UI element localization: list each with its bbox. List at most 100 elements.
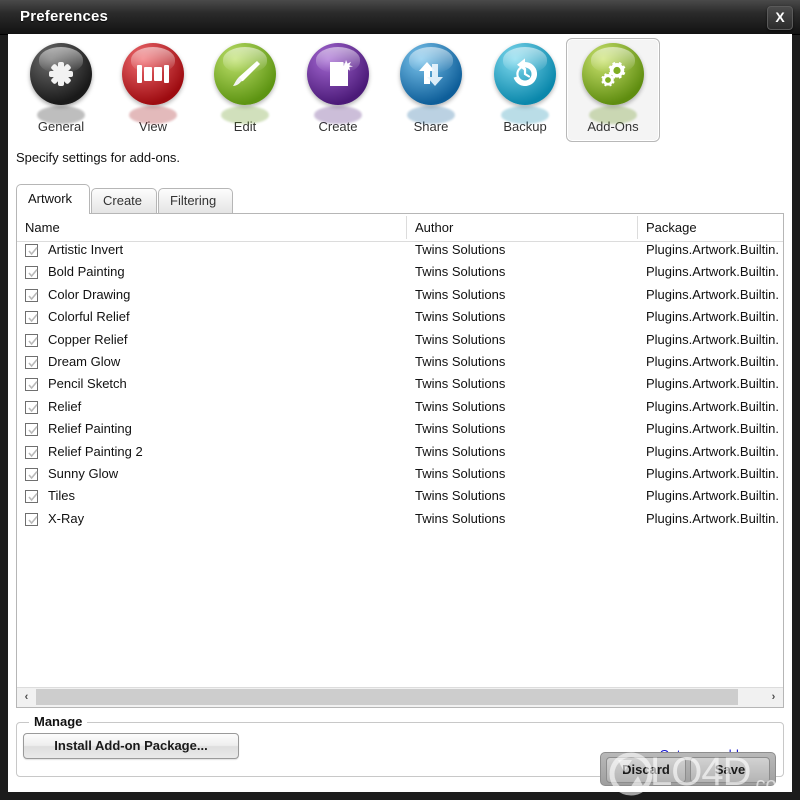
row-package: Plugins.Artwork.Builtin.	[646, 242, 779, 257]
row-checkbox[interactable]	[25, 333, 38, 347]
row-checkbox[interactable]	[25, 288, 38, 302]
table-row[interactable]: Relief Painting 2 Twins Solutions Plugins.…	[17, 443, 783, 465]
row-author: Twins Solutions	[415, 353, 506, 369]
column-divider[interactable]	[637, 216, 638, 239]
row-package: Plugins.Artwork.Builtin.	[646, 331, 779, 347]
row-author: Twins Solutions	[415, 331, 506, 347]
install-addon-package-button[interactable]: Install Add-on Package...	[23, 733, 239, 759]
row-author: Twins Solutions	[415, 286, 506, 302]
row-package: Plugins.Artwork.Builtin.	[646, 443, 779, 459]
row-checkbox[interactable]	[25, 423, 38, 437]
table-row[interactable]: Bold Painting Twins Solutions Plugins.Artw…	[17, 263, 783, 285]
row-name: Tiles	[48, 488, 75, 504]
row-name: Dream Glow	[48, 353, 121, 369]
row-checkbox[interactable]	[25, 311, 38, 325]
row-name: Pencil Sketch	[48, 376, 127, 392]
row-author: Twins Solutions	[415, 309, 506, 325]
table-row[interactable]: Copper Relief Twins Solutions Plugins.Artw…	[17, 331, 783, 353]
toolbar: General View Edit Create Share Backup Ad…	[8, 34, 792, 146]
toolbar-item-add-ons[interactable]: Add-Ons	[566, 38, 660, 142]
row-package: Plugins.Artwork.Builtin.	[646, 510, 779, 526]
title-bar: Preferences X	[0, 0, 800, 35]
row-checkbox[interactable]	[25, 512, 38, 526]
table-row[interactable]: Relief Painting Twins Solutions Plugins.Ar…	[17, 420, 783, 442]
row-name: X-Ray	[48, 510, 85, 526]
row-checkbox[interactable]	[25, 490, 38, 504]
tab-filtering[interactable]: Filtering	[158, 188, 233, 214]
row-checkbox[interactable]	[25, 445, 38, 459]
client-area: General View Edit Create Share Backup Ad…	[8, 34, 792, 792]
row-checkbox[interactable]	[25, 378, 38, 392]
newdoc-orb-icon	[307, 43, 369, 124]
row-package: Plugins.Artwork.Builtin.	[646, 264, 779, 280]
row-name: Relief Painting 2	[48, 443, 143, 459]
addons-list: Name Author Package Artistic Invert Twins…	[16, 213, 784, 708]
toolbar-item-create[interactable]: Create	[291, 38, 385, 142]
table-row[interactable]: Colorful Relief Twins Solutions Plugins.Ar…	[17, 308, 783, 330]
table-row[interactable]: Pencil Sketch Twins Solutions Plugins.Artw…	[17, 375, 783, 397]
manage-group-title: Manage	[29, 714, 88, 729]
tab-create[interactable]: Create	[91, 188, 157, 214]
row-package: Plugins.Artwork.Builtin.	[646, 488, 779, 504]
row-name: Colorful Relief	[48, 309, 130, 325]
row-package: Plugins.Artwork.Builtin.	[646, 309, 779, 325]
scroll-right-icon[interactable]: ›	[764, 688, 783, 706]
scrollbar-thumb[interactable]	[36, 689, 738, 705]
row-name: Copper Relief	[48, 331, 128, 347]
filmstrip-orb-icon	[122, 43, 184, 124]
row-name: Artistic Invert	[48, 242, 124, 257]
table-row[interactable]: Sunny Glow Twins Solutions Plugins.Artwork…	[17, 465, 783, 487]
table-row[interactable]: Tiles Twins Solutions Plugins.Artwork.Buil…	[17, 487, 783, 509]
column-divider[interactable]	[406, 216, 407, 239]
preferences-window: Preferences X General View Edit Create S…	[0, 0, 800, 800]
row-checkbox[interactable]	[25, 244, 38, 257]
row-package: Plugins.Artwork.Builtin.	[646, 465, 779, 481]
dialog-button-bar: Discard Save	[600, 752, 776, 786]
row-checkbox[interactable]	[25, 355, 38, 369]
asterisk-orb-icon	[30, 43, 92, 124]
column-header-package[interactable]: Package	[646, 220, 697, 235]
gears-orb-icon	[582, 43, 644, 124]
column-header-author[interactable]: Author	[415, 220, 453, 235]
row-author: Twins Solutions	[415, 510, 506, 526]
toolbar-item-view[interactable]: View	[106, 38, 200, 142]
scroll-left-icon[interactable]: ‹	[17, 688, 36, 706]
list-header: Name Author Package	[17, 214, 783, 242]
row-author: Twins Solutions	[415, 421, 506, 437]
horizontal-scrollbar[interactable]: ‹ ›	[17, 687, 783, 707]
toolbar-item-edit[interactable]: Edit	[198, 38, 292, 142]
tab-bar: Artwork Create Filtering	[16, 184, 784, 214]
row-author: Twins Solutions	[415, 264, 506, 280]
row-name: Bold Painting	[48, 264, 125, 280]
toolbar-item-general[interactable]: General	[14, 38, 108, 142]
column-header-name[interactable]: Name	[25, 220, 60, 235]
row-author: Twins Solutions	[415, 465, 506, 481]
table-row[interactable]: X-Ray Twins Solutions Plugins.Artwork.Buil…	[17, 510, 783, 532]
toolbar-item-backup[interactable]: Backup	[478, 38, 572, 142]
window-title: Preferences	[20, 8, 109, 25]
row-name: Relief Painting	[48, 421, 132, 437]
row-name: Color Drawing	[48, 286, 131, 302]
sync-orb-icon	[400, 43, 462, 124]
toolbar-item-share[interactable]: Share	[384, 38, 478, 142]
table-row[interactable]: Color Drawing Twins Solutions Plugins.Artw…	[17, 286, 783, 308]
row-author: Twins Solutions	[415, 443, 506, 459]
row-author: Twins Solutions	[415, 376, 506, 392]
close-icon[interactable]: X	[767, 6, 793, 30]
row-package: Plugins.Artwork.Builtin.	[646, 286, 779, 302]
settings-hint: Specify settings for add-ons.	[16, 150, 181, 165]
discard-button[interactable]: Discard	[606, 757, 686, 783]
row-author: Twins Solutions	[415, 242, 506, 257]
list-rows: Artistic Invert Twins Solutions Plugins.Ar…	[17, 241, 783, 532]
tab-artwork[interactable]: Artwork	[16, 184, 90, 214]
table-row[interactable]: Relief Twins Solutions Plugins.Artwork.Bui…	[17, 398, 783, 420]
table-row[interactable]: Dream Glow Twins Solutions Plugins.Artwork…	[17, 353, 783, 375]
row-checkbox[interactable]	[25, 467, 38, 481]
row-package: Plugins.Artwork.Builtin.	[646, 353, 779, 369]
row-package: Plugins.Artwork.Builtin.	[646, 398, 779, 414]
save-button[interactable]: Save	[690, 757, 770, 783]
row-package: Plugins.Artwork.Builtin.	[646, 421, 779, 437]
table-row[interactable]: Artistic Invert Twins Solutions Plugins.Ar…	[17, 241, 783, 263]
row-checkbox[interactable]	[25, 400, 38, 414]
row-checkbox[interactable]	[25, 266, 38, 280]
